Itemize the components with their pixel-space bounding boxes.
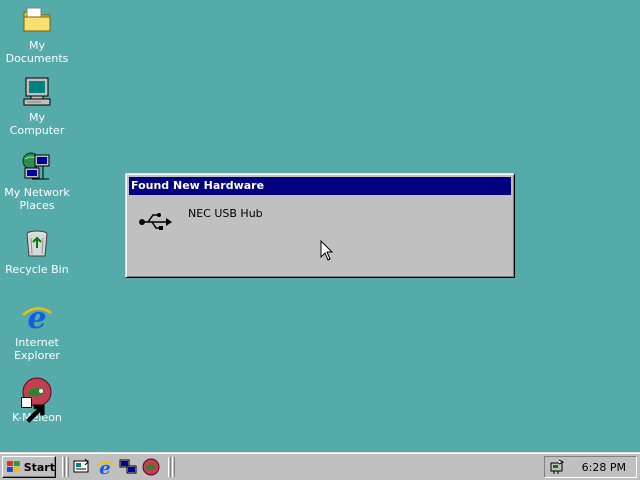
desktop-icon-my-network-places[interactable]: My Network Places — [0, 151, 74, 212]
taskbar-grip[interactable] — [66, 457, 69, 477]
taskbar-grip[interactable] — [168, 457, 171, 477]
hardware-tray-icon[interactable] — [549, 459, 565, 475]
desktop-icon-label: Recycle Bin — [5, 263, 69, 276]
dialog-title[interactable]: Found New Hardware — [129, 177, 511, 195]
desktop-icon-label: My Computer — [9, 111, 65, 137]
desktop[interactable]: My Documents My Computer My Network Plac… — [0, 0, 640, 452]
shortcut-arrow-icon — [21, 397, 45, 423]
computer-icon — [21, 76, 53, 108]
k-meleon-icon[interactable] — [142, 458, 160, 476]
device-name: NEC USB Hub — [188, 207, 263, 220]
desktop-icon-my-computer[interactable]: My Computer — [0, 76, 74, 137]
desktop-icon-label: My Network Places — [4, 186, 70, 212]
found-new-hardware-dialog[interactable]: Found New Hardware NEC USB Hub — [125, 173, 515, 278]
start-label: Start — [23, 460, 55, 474]
clock[interactable]: 6:28 PM — [582, 461, 626, 474]
show-desktop-icon[interactable] — [72, 458, 90, 476]
network-icon[interactable] — [119, 458, 137, 476]
internet-explorer-icon[interactable]: e — [96, 458, 114, 476]
taskbar: Start e 6:28 PM — [0, 452, 640, 480]
system-tray: 6:28 PM — [544, 456, 637, 478]
windows-logo-icon — [6, 461, 20, 472]
mouse-cursor-icon — [320, 239, 334, 262]
desktop-icon-recycle-bin[interactable]: Recycle Bin — [0, 228, 74, 276]
k-meleon-icon — [21, 376, 53, 423]
taskbar-grip[interactable] — [172, 457, 175, 477]
svg-text:e: e — [99, 458, 110, 476]
desktop-icon-internet-explorer[interactable]: e Internet Explorer — [0, 301, 74, 362]
usb-icon — [138, 210, 174, 234]
svg-text:e: e — [27, 301, 46, 333]
recycle-bin-icon — [21, 228, 53, 260]
network-icon — [21, 151, 53, 183]
taskbar-grip[interactable] — [62, 457, 65, 477]
desktop-icon-label: My Documents — [5, 39, 69, 65]
internet-explorer-icon: e — [21, 301, 53, 333]
desktop-icon-k-meleon[interactable]: K-Meleon — [0, 376, 74, 424]
desktop-icon-my-documents[interactable]: My Documents — [0, 4, 74, 65]
start-button[interactable]: Start — [2, 456, 56, 478]
desktop-icon-label: Internet Explorer — [14, 336, 60, 362]
folder-icon — [21, 4, 53, 36]
